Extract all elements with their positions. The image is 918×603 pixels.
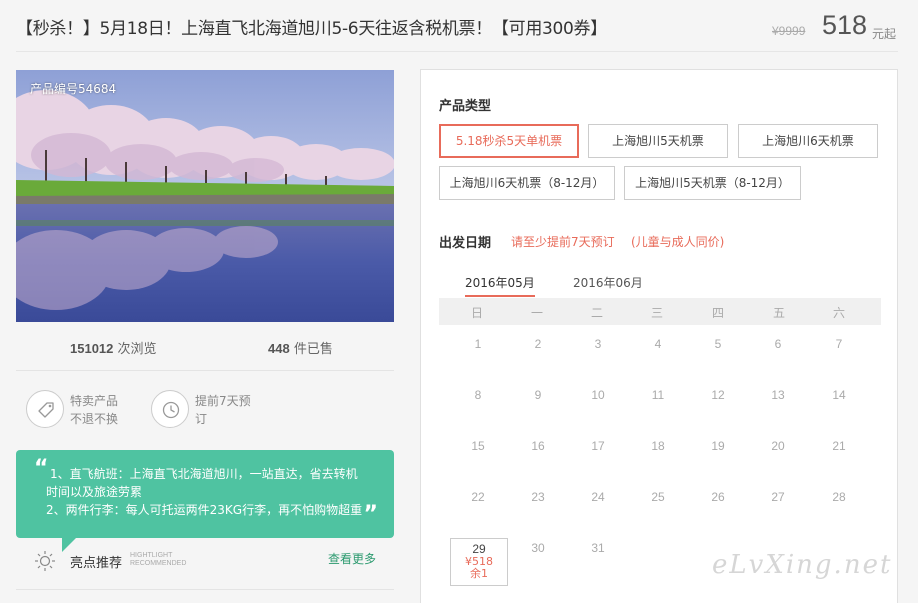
- calendar-day: 19: [711, 439, 725, 453]
- views-label: 次浏览: [117, 342, 157, 357]
- month-tab-june[interactable]: 2016年06月: [573, 274, 643, 291]
- feature-line-2: 订: [195, 412, 208, 426]
- product-option-4[interactable]: 上海旭川5天机票（8-12月）: [624, 166, 801, 200]
- product-option-3[interactable]: 上海旭川6天机票（8-12月）: [439, 166, 615, 200]
- weekday: 日: [470, 306, 483, 320]
- feature-advance-booking: 提前7天预 订: [151, 390, 271, 430]
- open-quote-icon: “: [34, 456, 49, 481]
- product-code: 产品编号54684: [30, 82, 117, 96]
- calendar-day: 26: [711, 490, 725, 504]
- calendar-day: 18: [651, 439, 665, 453]
- calendar-day: 10: [591, 388, 605, 402]
- feature-line-1: 特卖产品: [70, 394, 119, 408]
- calendar-day: 27: [771, 490, 785, 504]
- calendar-day: 28: [832, 490, 846, 504]
- calendar-day-available[interactable]: 29 ¥518 余1: [450, 538, 508, 586]
- product-option-0[interactable]: 5.18秒杀5天单机票: [439, 124, 579, 158]
- close-quote-icon: ”: [363, 502, 378, 527]
- calendar-day: 9: [534, 388, 542, 402]
- price-tag-icon: [26, 390, 64, 428]
- calendar-day: 8: [474, 388, 482, 402]
- calendar-day: 3: [594, 337, 602, 351]
- product-header: 【秒杀！】5月18日！上海直飞北海道旭川5-6天往返含税机票！【可用300券】 …: [0, 0, 918, 56]
- calendar-day: 16: [531, 439, 545, 453]
- calendar-day: 25: [651, 490, 665, 504]
- highlights-label: 亮点推荐: [70, 556, 123, 571]
- departure-date-label: 出发日期: [439, 236, 492, 251]
- calendar-day: 1: [474, 337, 482, 351]
- weekday: 六: [832, 306, 845, 320]
- calendar-day: 17: [591, 439, 605, 453]
- day-stock: 余1: [470, 567, 488, 580]
- weekday: 五: [772, 306, 785, 320]
- calendar-day: 13: [771, 388, 785, 402]
- calendar-day: 23: [531, 490, 545, 504]
- calendar-day: 15: [471, 439, 485, 453]
- feature-text: 特卖产品 不退不换: [70, 392, 118, 428]
- calendar-day: 30: [531, 541, 545, 555]
- header-divider: [16, 51, 898, 52]
- current-price: 518: [822, 10, 868, 40]
- view-more-link[interactable]: 查看更多: [328, 550, 376, 567]
- highlights-label-en: HIGHTLIGHT RECOMMENDED: [130, 552, 186, 568]
- calendar-day: 20: [771, 439, 785, 453]
- calendar-day: 6: [774, 337, 782, 351]
- footer-divider: [16, 589, 394, 590]
- calendar-day: 7: [835, 337, 843, 351]
- highlights-label-en-1: HIGHTLIGHT: [130, 552, 173, 559]
- child-price-tip: (儿童与成人同价): [631, 235, 725, 249]
- highlights-footer: 亮点推荐 HIGHTLIGHT RECOMMENDED 查看更多: [16, 548, 394, 574]
- product-photo[interactable]: 产品编号54684: [16, 70, 394, 322]
- calendar-day: 12: [711, 388, 725, 402]
- calendar-day: 22: [471, 490, 485, 504]
- calendar-day: 5: [714, 337, 722, 351]
- original-price: ¥9999: [772, 24, 806, 38]
- price-unit: 元起: [872, 27, 897, 41]
- sold-label: 件已售: [293, 342, 333, 357]
- calendar-day: 4: [654, 337, 662, 351]
- highlights-box: “ 1、直飞航班：上海直飞北海道旭川，一站直达，省去转机 时间以及旅途劳累 2、…: [16, 450, 394, 538]
- calendar-day: 2: [534, 337, 542, 351]
- day-number: 29: [472, 542, 486, 556]
- active-month-indicator: [465, 295, 535, 297]
- calendar-day: 21: [832, 439, 846, 453]
- weekday: 一: [530, 306, 543, 320]
- product-stats: 151012 次浏览 448 件已售: [16, 336, 394, 358]
- highlight-line-2: 时间以及旅途劳累: [46, 485, 143, 499]
- highlights-label-en-2: RECOMMENDED: [130, 560, 187, 567]
- month-tab-may[interactable]: 2016年05月: [465, 274, 535, 291]
- product-option-1[interactable]: 上海旭川5天机票: [588, 124, 728, 158]
- stats-divider: [16, 370, 394, 371]
- booking-panel: 产品类型 5.18秒杀5天单机票 上海旭川5天机票 上海旭川6天机票 上海旭川6…: [420, 69, 898, 603]
- views-stat: 151012 次浏览: [70, 338, 157, 357]
- weekday: 四: [711, 306, 724, 320]
- views-count: 151012: [70, 341, 114, 356]
- feature-sale-product: 特卖产品 不退不换: [26, 390, 146, 430]
- calendar-day: 24: [591, 490, 605, 504]
- site-watermark: eLvXing.net: [712, 550, 893, 580]
- highlight-line-1: 1、直飞航班：上海直飞北海道旭川，一站直达，省去转机: [50, 467, 358, 481]
- weekday: 三: [650, 306, 663, 320]
- sold-stat: 448 件已售: [268, 338, 333, 357]
- advance-booking-tip: 请至少提前7天预订: [511, 235, 615, 249]
- feature-line-1: 提前7天预: [195, 394, 251, 408]
- highlight-line-3: 2、两件行李：每人可托运两件23KG行李，再不怕购物超重: [46, 503, 363, 517]
- calendar-day: 31: [591, 541, 605, 555]
- sold-count: 448: [268, 341, 290, 356]
- product-option-2[interactable]: 上海旭川6天机票: [738, 124, 878, 158]
- weekday-header: 日 一 二 三 四 五 六: [439, 298, 881, 325]
- weekday: 二: [590, 306, 603, 320]
- product-title: 【秒杀！】5月18日！上海直飞北海道旭川5-6天往返含税机票！【可用300券】: [16, 19, 607, 39]
- sun-icon: [35, 551, 55, 571]
- clock-icon: [151, 390, 189, 428]
- cherry-blossom-river-image: [16, 70, 394, 322]
- calendar-day: 11: [651, 388, 665, 402]
- product-type-label: 产品类型: [439, 99, 492, 114]
- feature-line-2: 不退不换: [70, 412, 119, 426]
- calendar-day: 14: [832, 388, 846, 402]
- feature-text: 提前7天预 订: [195, 392, 251, 428]
